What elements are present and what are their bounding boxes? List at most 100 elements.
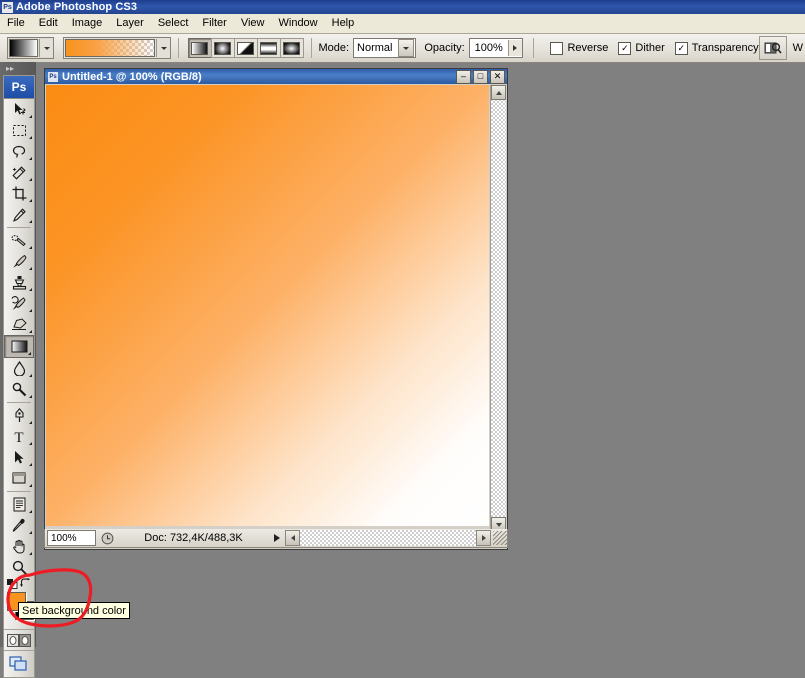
options-bar-right-group: W [758, 36, 805, 60]
rectangular-marquee-tool[interactable] [4, 120, 34, 141]
scroll-up-button[interactable] [491, 85, 506, 100]
menu-layer[interactable]: Layer [109, 15, 151, 32]
menu-view[interactable]: View [234, 15, 272, 32]
menu-file[interactable]: File [0, 15, 32, 32]
canvas-area [45, 84, 507, 549]
menu-window[interactable]: Window [272, 15, 325, 32]
menu-filter[interactable]: Filter [195, 15, 233, 32]
gradient-preset-thumbnail [9, 39, 38, 57]
diamond-gradient-button[interactable] [279, 38, 304, 58]
collapse-panel-icon[interactable]: ▸▸ [0, 62, 36, 75]
opacity-slider-arrow-icon[interactable] [507, 40, 522, 56]
menu-select[interactable]: Select [151, 15, 196, 32]
transparency-label: Transparency [691, 42, 759, 54]
checkbox-box: ✓ [674, 41, 688, 55]
application-title: Adobe Photoshop CS3 [16, 1, 138, 13]
notes-tool[interactable] [4, 494, 34, 515]
quick-mask-mode-button[interactable] [4, 629, 34, 650]
horizontal-type-tool[interactable]: T [4, 426, 34, 447]
image-canvas[interactable] [46, 85, 489, 526]
transparency-checkbox[interactable]: ✓ Transparency [674, 41, 759, 55]
photoshop-icon: Ps [2, 1, 13, 13]
angle-gradient-button[interactable] [233, 38, 257, 58]
gradient-preview [65, 39, 155, 57]
radial-gradient-button[interactable] [210, 38, 234, 58]
go-to-bridge-icon[interactable] [758, 36, 787, 60]
gradient-type-group [187, 38, 304, 58]
linear-gradient-button[interactable] [187, 38, 211, 58]
dodge-tool[interactable] [4, 379, 34, 400]
svg-text:T: T [14, 430, 23, 444]
menu-edit[interactable]: Edit [32, 15, 65, 32]
opacity-label: Opacity: [424, 42, 465, 54]
workspace-label[interactable]: W [793, 42, 803, 54]
path-selection-tool[interactable] [4, 447, 34, 468]
default-colors-icon[interactable] [7, 579, 18, 589]
clock-icon [99, 531, 116, 546]
chevron-down-icon[interactable] [156, 39, 170, 57]
move-tool[interactable] [4, 99, 34, 120]
pen-tool[interactable] [4, 405, 34, 426]
close-button[interactable]: ✕ [490, 69, 505, 84]
clone-stamp-tool[interactable] [4, 272, 34, 293]
zoom-level-input[interactable]: 100% [47, 530, 96, 546]
application-title-bar: Ps Adobe Photoshop CS3 [0, 0, 805, 14]
eraser-tool[interactable] [4, 314, 34, 335]
magic-wand-tool[interactable] [4, 162, 34, 183]
gradient-preset-picker[interactable] [7, 37, 54, 59]
hand-tool[interactable] [4, 536, 34, 557]
divider [178, 38, 179, 58]
tool-options-bar: Mode: Normal Opacity: 100% Reverse ✓ Dit… [0, 34, 805, 63]
menu-help[interactable]: Help [325, 15, 362, 32]
reverse-label: Reverse [567, 42, 609, 54]
photoshop-document-icon: Ps [48, 71, 58, 82]
crop-tool[interactable] [4, 183, 34, 204]
checkbox-box: ✓ [618, 41, 632, 55]
tools-dock: ▸▸ Ps T [0, 62, 36, 678]
divider [7, 491, 31, 492]
divider [7, 227, 31, 228]
document-status-bar: 100% Doc: 732,4K/488,3K [44, 529, 508, 548]
minimize-button[interactable]: – [456, 69, 471, 84]
dither-label: Dither [635, 42, 665, 54]
eyedropper-tool[interactable] [4, 515, 34, 536]
status-scroll-right-button[interactable] [476, 530, 491, 546]
gradient-tool[interactable] [4, 335, 34, 358]
healing-brush-tool[interactable] [4, 230, 34, 251]
screen-mode-button[interactable] [4, 650, 34, 675]
chevron-down-icon[interactable] [39, 39, 53, 57]
reverse-checkbox[interactable]: Reverse [550, 41, 609, 55]
status-scroll-left-button[interactable] [285, 530, 300, 546]
opacity-value: 100% [474, 42, 503, 54]
status-menu-arrow-icon[interactable] [271, 534, 283, 542]
reflected-gradient-button[interactable] [256, 38, 280, 58]
status-scroll-track[interactable] [300, 530, 476, 546]
divider [7, 402, 31, 403]
vertical-scrollbar[interactable] [490, 85, 506, 532]
dither-checkbox[interactable]: ✓ Dither [618, 41, 665, 55]
lasso-tool[interactable] [4, 141, 34, 162]
checkbox-box [550, 41, 564, 55]
divider [310, 38, 312, 58]
blend-mode-select[interactable]: Normal [353, 38, 417, 58]
opacity-input[interactable]: 100% [468, 38, 523, 58]
blend-mode-value: Normal [357, 42, 393, 54]
chevron-down-icon[interactable] [398, 39, 415, 57]
status-resize-grip[interactable] [493, 531, 507, 545]
color-controls-top [4, 578, 34, 589]
tools-panel: Ps T [3, 75, 35, 678]
document-window: Ps Untitled-1 @ 100% (RGB/8) – □ ✕ [44, 68, 508, 550]
slice-tool[interactable] [4, 204, 34, 225]
document-title: Untitled-1 @ 100% (RGB/8) [62, 70, 202, 83]
zoom-tool[interactable] [4, 557, 34, 578]
brush-tool[interactable] [4, 251, 34, 272]
document-size-info: Doc: 732,4K/488,3K [144, 532, 243, 544]
rectangle-tool[interactable] [4, 468, 34, 489]
menu-image[interactable]: Image [65, 15, 110, 32]
blur-tool[interactable] [4, 358, 34, 379]
gradient-editor-swatch[interactable] [63, 37, 171, 59]
maximize-button[interactable]: □ [473, 69, 488, 84]
photoshop-logo-button[interactable]: Ps [4, 76, 34, 99]
document-title-bar[interactable]: Ps Untitled-1 @ 100% (RGB/8) – □ ✕ [45, 69, 507, 84]
history-brush-tool[interactable] [4, 293, 34, 314]
